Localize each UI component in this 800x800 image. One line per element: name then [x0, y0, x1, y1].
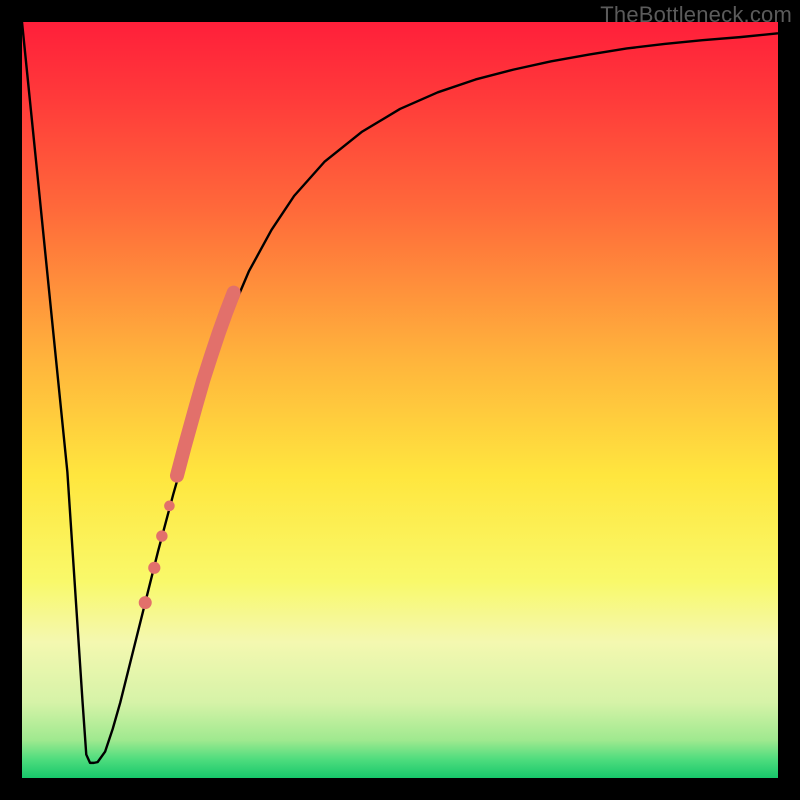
curve-layer	[22, 22, 778, 778]
watermark-text: TheBottleneck.com	[600, 2, 792, 28]
plot-area	[22, 22, 778, 778]
highlight-segment	[177, 293, 234, 476]
bottleneck-curve	[22, 22, 778, 763]
highlight-dot	[139, 596, 152, 609]
highlight-dot	[156, 530, 167, 541]
chart-frame: TheBottleneck.com	[0, 0, 800, 800]
highlight-dot	[164, 501, 175, 512]
highlight-dot	[148, 562, 160, 574]
